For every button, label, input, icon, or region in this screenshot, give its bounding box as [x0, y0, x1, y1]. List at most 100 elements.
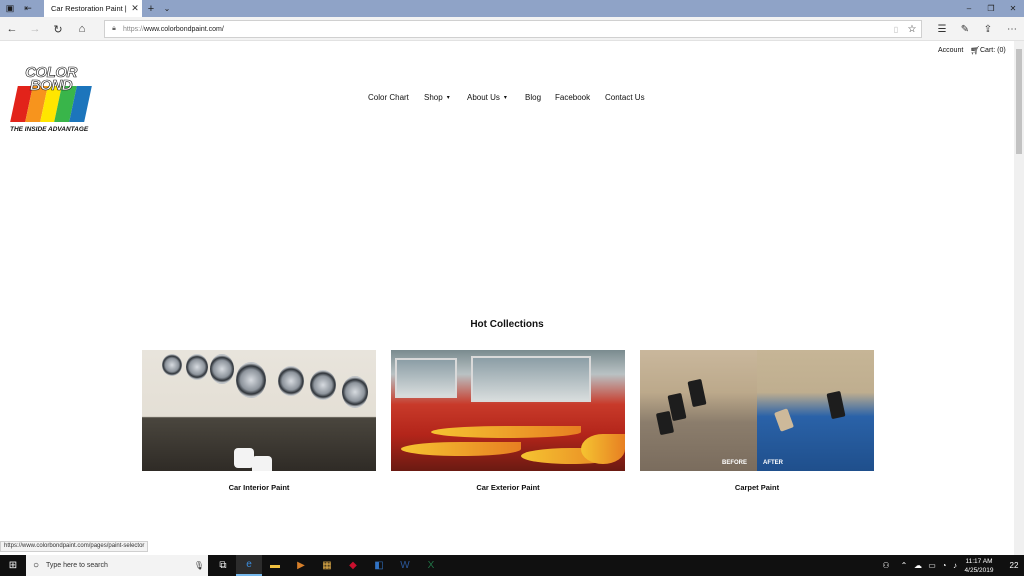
reading-view-icon[interactable]: ▯ — [889, 22, 903, 36]
store-icon[interactable]: ▦ — [314, 555, 340, 576]
microphone-icon[interactable]: 🎙︎ — [190, 555, 208, 576]
favorites-hub-icon[interactable]: ☰ — [934, 21, 950, 37]
collection-label[interactable]: Car Interior Paint — [142, 483, 376, 492]
lock-icon[interactable]: 🔒︎ — [105, 21, 123, 37]
gauge — [186, 354, 208, 380]
nav-label: About Us — [467, 92, 500, 102]
nav-shop[interactable]: Shop ▾ — [424, 93, 450, 102]
color-bond-logo[interactable]: COLOR BOND THE INSIDE ADVANTAGE — [10, 65, 92, 136]
url-text[interactable]: https://www.colorbondpaint.com/ — [123, 26, 889, 33]
battery-icon[interactable]: ▭ — [926, 555, 938, 576]
gauge — [310, 370, 336, 400]
carpet-before-after-image[interactable]: BEFORE AFTER — [640, 350, 874, 471]
address-bar[interactable]: 🔒︎ https://www.colorbondpaint.com/ ▯ ☆ — [104, 20, 922, 38]
gauge — [278, 366, 304, 396]
gauge — [342, 376, 368, 408]
action-center-icon[interactable]: 22 — [1004, 555, 1024, 576]
collection-label[interactable]: Car Exterior Paint — [391, 483, 625, 492]
mcafee-icon[interactable]: ◆ — [340, 555, 366, 576]
collection-card-exterior[interactable]: Car Exterior Paint — [391, 350, 625, 492]
logo-word-bottom: BOND — [29, 77, 73, 94]
flame-decal — [581, 434, 625, 464]
gauge — [236, 362, 266, 398]
close-window-icon[interactable]: ✕ — [1002, 0, 1024, 17]
clock-date: 4/25/2019 — [964, 567, 994, 574]
favorite-star-icon[interactable]: ☆ — [903, 22, 921, 36]
cortana-icon: ○ — [32, 560, 40, 571]
taskbar-search[interactable]: ○ Type here to search 🎙︎ — [26, 555, 208, 576]
car-window — [395, 358, 457, 398]
car-interior-image[interactable] — [142, 350, 376, 471]
gauge — [210, 354, 234, 384]
nav-label: Contact Us — [605, 92, 645, 102]
forward-icon[interactable]: → — [27, 21, 43, 37]
chevron-down-icon: ▾ — [503, 94, 507, 101]
restore-icon[interactable]: ❐ — [980, 0, 1002, 17]
nav-about-us[interactable]: About Us ▾ — [467, 93, 507, 102]
windows-start-icon[interactable]: ⊞ — [0, 555, 26, 576]
file-explorer-icon[interactable]: ▬ — [262, 555, 288, 576]
people-icon[interactable]: ⚇ — [880, 555, 892, 576]
share-icon[interactable]: ⇪ — [980, 21, 996, 37]
home-icon[interactable]: ⌂ — [74, 21, 90, 37]
url-protocol: https:// — [123, 25, 145, 33]
browser-tab-active[interactable]: Car Restoration Paint | I ✕ — [44, 0, 142, 17]
close-tab-icon[interactable]: ✕ — [128, 2, 142, 16]
link-status-tooltip: https://www.colorbondpaint.com/pages/pai… — [0, 541, 149, 552]
nav-label: Facebook — [555, 92, 591, 102]
show-hidden-icons-icon[interactable]: ⌃ — [898, 555, 910, 576]
taskbar-clock[interactable]: 11:17 AM 4/25/2019 — [958, 557, 1000, 575]
nav-contact-us[interactable]: Contact Us — [605, 93, 645, 102]
tab-actions-icon[interactable]: ▣ — [2, 0, 18, 17]
nav-facebook[interactable]: Facebook — [555, 93, 590, 102]
minimize-icon[interactable]: – — [958, 0, 980, 17]
hot-collections-title: Hot Collections — [470, 319, 544, 330]
pedal — [687, 378, 707, 408]
collection-card-carpet[interactable]: BEFORE AFTER Carpet Paint — [640, 350, 874, 492]
before-tag: BEFORE — [722, 460, 748, 466]
refresh-icon[interactable]: ↻ — [50, 21, 66, 37]
page-scrollbar[interactable] — [1014, 41, 1024, 555]
pen-notes-icon[interactable]: ✎ — [957, 21, 973, 37]
collection-card-interior[interactable]: Car Interior Paint — [142, 350, 376, 492]
shopping-cart-icon[interactable]: 🛒︎ — [970, 46, 980, 55]
car-exterior-image[interactable] — [391, 350, 625, 471]
car-window — [471, 356, 591, 402]
search-placeholder: Type here to search — [46, 562, 108, 569]
web-page: Account 🛒︎ Cart: (0) COLOR BOND THE INSI… — [0, 41, 1014, 555]
chevron-down-icon: ▾ — [446, 94, 450, 101]
clock-time: 11:17 AM — [965, 558, 993, 565]
nav-label: Blog — [525, 92, 542, 102]
cart-link[interactable]: Cart: (0) — [980, 47, 1006, 54]
outlook-icon[interactable]: ◧ — [366, 555, 392, 576]
network-icon[interactable]: ◔ — [938, 555, 950, 576]
gauge — [162, 354, 182, 376]
media-player-icon[interactable]: ▶ — [288, 555, 314, 576]
flame-decal — [401, 442, 521, 456]
carpet-before-half: BEFORE — [640, 350, 757, 471]
task-view-icon[interactable]: ⧉ — [210, 555, 236, 576]
pedal — [774, 408, 794, 432]
set-aside-tabs-icon[interactable]: ⇤ — [20, 0, 36, 17]
nav-blog[interactable]: Blog — [525, 93, 541, 102]
logo-tagline: THE INSIDE ADVANTAGE — [10, 126, 89, 133]
new-tab-icon[interactable]: + — [146, 0, 156, 17]
flame-decal — [431, 426, 581, 438]
carpet-after-half: AFTER — [757, 350, 874, 471]
nav-label: Shop — [424, 92, 443, 102]
nav-color-chart[interactable]: Color Chart — [368, 93, 409, 102]
after-tag: AFTER — [763, 460, 783, 466]
tab-title: Car Restoration Paint | I — [51, 4, 128, 13]
excel-icon[interactable]: X — [418, 555, 444, 576]
word-icon[interactable]: W — [392, 555, 418, 576]
back-icon[interactable]: ← — [4, 21, 20, 37]
account-link[interactable]: Account — [938, 47, 963, 54]
scrollbar-thumb[interactable] — [1016, 49, 1022, 154]
more-icon[interactable]: ⋯ — [1004, 21, 1020, 37]
collection-label[interactable]: Carpet Paint — [640, 483, 874, 492]
chevron-down-icon[interactable]: ⌄ — [162, 0, 172, 17]
window-controls: – ❐ ✕ — [958, 0, 1024, 17]
cloud-icon[interactable]: ☁ — [912, 555, 924, 576]
windows-taskbar: ⊞ ○ Type here to search 🎙︎ ⧉ e ▬ ▶ ▦ ◆ ◧… — [0, 555, 1024, 576]
edge-browser-icon[interactable]: e — [236, 555, 262, 576]
